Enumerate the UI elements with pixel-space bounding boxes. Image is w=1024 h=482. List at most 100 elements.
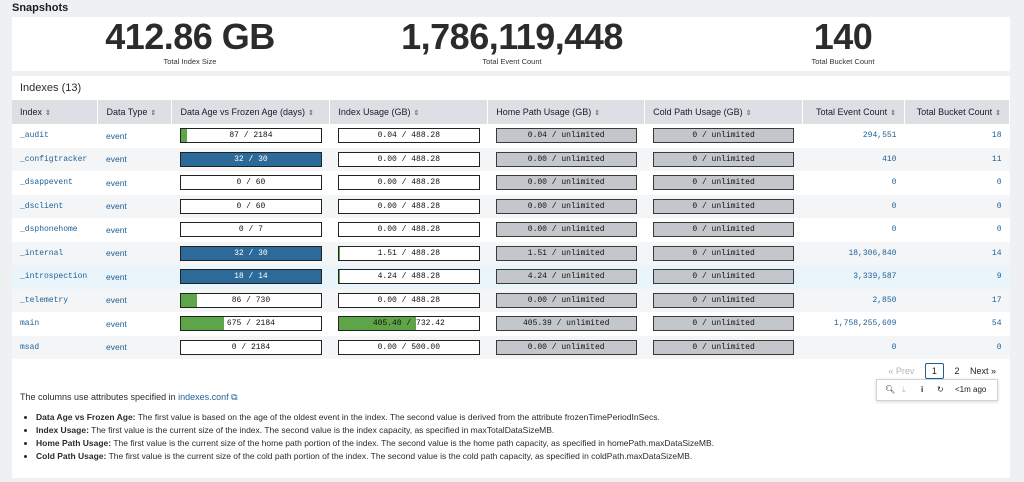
table-row[interactable]: _telemetry event 86 / 730 0.00 / 488.28 0.00… [12,288,1010,312]
cold-path-bar: 0 / unlimited [652,339,795,355]
data-age-bar: 32 / 30 [179,151,322,167]
index-usage-bar: 0.04 / 488.28 [337,128,480,144]
cell-index[interactable]: _dsphonehome [12,218,98,242]
col-header-total-bucket-count[interactable]: Total Bucket Count ⇕ [904,100,1011,124]
cold-path-bar: 0 / unlimited [652,245,795,261]
cell-index[interactable]: _internal [12,241,98,265]
table-header-row: Index ⇕ Data Type ⇕ Data Age vs Frozen Age… [12,100,1011,124]
col-header-index[interactable]: Index ⇕ [12,100,99,124]
kpi-label: Total Index Size [163,57,217,66]
cold-path-bar: 0 / unlimited [652,175,795,191]
cell-data-age: 86 / 730 [171,288,330,312]
cell-index[interactable]: _dsappevent [12,171,98,195]
cell-index[interactable]: _audit [12,124,98,148]
col-header-total-event-count[interactable]: Total Event Count ⇕ [802,100,905,124]
bar-label: 1.51 / 488.28 [377,248,441,258]
cell-home-path: 0.00 / unlimited [487,194,645,218]
index-usage-bar: 0.00 / 488.28 [337,222,480,238]
cell-data-type: event [97,241,172,265]
bar-label: 4.24 / 488.28 [377,272,441,282]
cell-index[interactable]: _introspection [12,265,98,289]
cell-data-type: event [97,265,172,289]
cell-index-usage: 0.00 / 488.28 [330,218,488,242]
next-page-button[interactable]: Next » [970,366,996,376]
cell-total-event-count: 1,758,255,609 [834,319,897,329]
home-path-bar: 0.00 / unlimited [495,292,637,308]
table-row[interactable]: _dsphonehome event 0 / 7 0.00 / 488.28 0.00 … [12,218,1010,242]
table-row[interactable]: _configtracker event 32 / 30 0.00 / 488.28 0… [12,147,1010,171]
prev-page-button[interactable]: « Prev [888,366,914,376]
table-row[interactable]: _audit event 87 / 2184 0.04 / 488.28 0.04 / … [12,124,1010,148]
cell-index-usage: 1.51 / 488.28 [329,241,488,265]
data-age-bar: 87 / 2184 [179,128,322,144]
bar-label: 0.04 / unlimited [527,131,605,141]
cell-cold-path: 0 / unlimited [645,124,803,148]
col-header-data-type[interactable]: Data Type ⇕ [97,100,173,124]
index-usage-bar: 4.24 / 488.28 [337,269,480,285]
index-usage-bar: 405.40 / 732.42 [337,316,480,332]
cell-cold-path: 0 / unlimited [645,218,803,242]
bar-label: 0.00 / 488.28 [377,201,441,211]
column-descriptions: Data Age vs Frozen Age: The first value … [36,412,996,464]
export-icon[interactable]: ⤓ [902,385,906,395]
bar-label: 0 / unlimited [692,272,755,282]
cell-index-usage: 0.00 / 488.28 [330,171,488,195]
page-title: Snapshots [12,2,69,14]
col-header-cold-path[interactable]: Cold Path Usage (GB) ⇕ [644,100,803,124]
col-header-index-usage[interactable]: Index Usage (GB) ⇕ [329,100,489,124]
table-row[interactable]: main event 675 / 2184 405.40 / 732.42 405.39… [12,312,1010,336]
cell-data-type: event [97,335,172,359]
table-row[interactable]: _introspection event 18 / 14 4.24 / 488.28 4… [12,265,1010,289]
bar-label: 0.00 / unlimited [527,225,605,235]
bar-label: 0 / unlimited [692,225,755,235]
sort-icon: ⇕ [308,110,314,117]
data-age-bar: 18 / 14 [179,269,322,285]
indexes-panel: Indexes (13) Index ⇕ Data Type ⇕ Data Age … [12,76,1011,478]
cell-cold-path: 0 / unlimited [644,194,803,218]
cell-home-path: 4.24 / unlimited [487,265,645,289]
data-age-bar: 0 / 60 [179,175,322,191]
cell-total-bucket-count: 0 [996,225,1002,235]
cell-index-usage: 0.00 / 500.00 [329,335,488,359]
cell-index[interactable]: _telemetry [12,288,98,312]
col-header-home-path[interactable]: Home Path Usage (GB) ⇕ [487,100,646,124]
bar-label: 0 / unlimited [692,342,755,352]
bar-label: 32 / 30 [234,154,268,164]
bar-label: 0 / unlimited [692,154,755,164]
cell-data-age: 18 / 14 [171,265,330,289]
home-path-bar: 0.04 / unlimited [495,128,637,144]
table-row[interactable]: _dsappevent event 0 / 60 0.00 / 488.28 0.00 … [12,171,1010,195]
cell-index[interactable]: _dsclient [12,194,98,218]
search-icon[interactable]: 🔍︎ [885,385,895,394]
home-path-bar: 405.39 / unlimited [495,316,637,332]
cell-cold-path: 0 / unlimited [645,171,803,195]
cell-home-path: 0.04 / unlimited [488,124,645,148]
cell-total-bucket-count: 54 [991,319,1002,329]
table-row[interactable]: _internal event 32 / 30 1.51 / 488.28 1.51 /… [12,241,1010,265]
cell-data-age: 0 / 60 [171,194,330,218]
external-link-icon[interactable]: ⧉ [231,392,237,402]
col-header-data-age[interactable]: Data Age vs Frozen Age (days) ⇕ [171,100,331,124]
cell-cold-path: 0 / unlimited [644,288,803,312]
table-row[interactable]: msad event 0 / 2184 0.00 / 500.00 0.00 / unl… [12,335,1010,359]
cold-path-bar: 0 / unlimited [652,269,795,285]
page-1-button[interactable]: 1 [924,363,944,379]
indexes-conf-link[interactable]: indexes.conf [178,392,229,402]
bar-label: 0.00 / 488.28 [377,178,441,188]
cell-data-age: 0 / 7 [172,218,330,242]
cell-total-event-count: 0 [802,335,905,359]
cell-index[interactable]: msad [12,335,98,359]
cell-index[interactable]: _configtracker [12,147,98,171]
list-item: Home Path Usage: The first value is the … [36,438,996,448]
bar-label: 0 / unlimited [692,248,755,258]
info-icon[interactable]: i [921,385,923,394]
kpi-label: Total Bucket Count [811,57,875,66]
table-row[interactable]: _dsclient event 0 / 60 0.00 / 488.28 0.00 / … [12,194,1010,218]
refresh-icon[interactable]: ↻ [937,385,944,394]
cell-index-usage: 0.00 / 488.28 [329,194,488,218]
page-2-button[interactable]: 2 [954,366,959,376]
cell-index[interactable]: main [12,312,98,336]
bar-label: 0.00 / 488.28 [377,154,441,164]
sort-icon: ⇕ [150,110,157,117]
kpi-value: 140 [813,16,873,57]
